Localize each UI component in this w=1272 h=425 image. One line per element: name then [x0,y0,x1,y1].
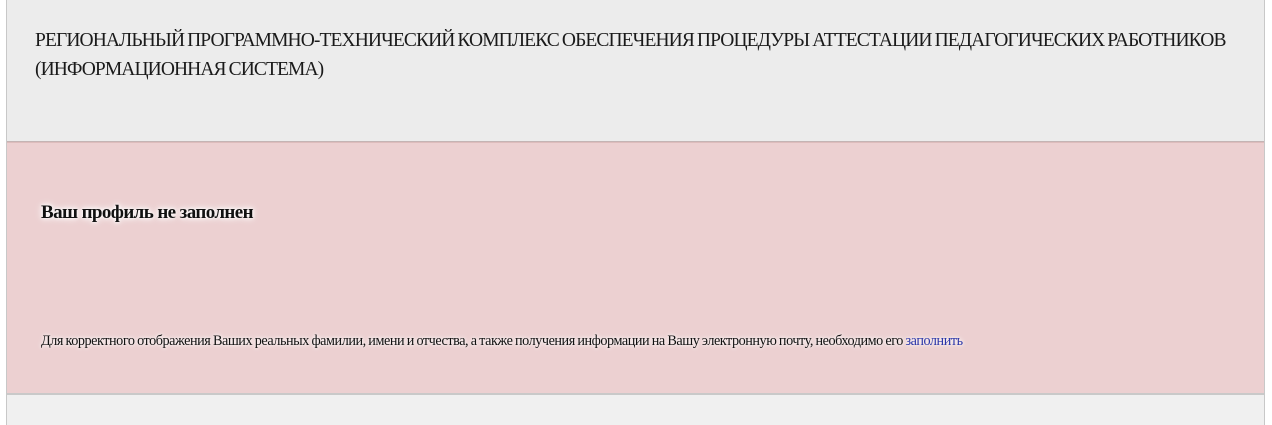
profile-alert: Ваш профиль не заполнен Для корректного … [7,142,1264,395]
system-title: РЕГИОНАЛЬНЫЙ ПРОГРАММНО-ТЕХНИЧЕСКИЙ КОМП… [35,30,1226,80]
site-header: РЕГИОНАЛЬНЫЙ ПРОГРАММНО-ТЕХНИЧЕСКИЙ КОМП… [7,0,1264,142]
main-panel: РЕГИОНАЛЬНЫЙ ПРОГРАММНО-ТЕХНИЧЕСКИЙ КОМП… [6,0,1265,425]
alert-message: Для корректного отображения Ваших реальн… [41,333,1241,350]
page: РЕГИОНАЛЬНЫЙ ПРОГРАММНО-ТЕХНИЧЕСКИЙ КОМП… [0,0,1272,425]
alert-heading: Ваш профиль не заполнен [41,202,254,223]
alert-message-text: Для корректного отображения Ваших реальн… [41,333,906,349]
fill-profile-link[interactable]: заполнить [906,333,964,349]
content-area [7,395,1264,425]
